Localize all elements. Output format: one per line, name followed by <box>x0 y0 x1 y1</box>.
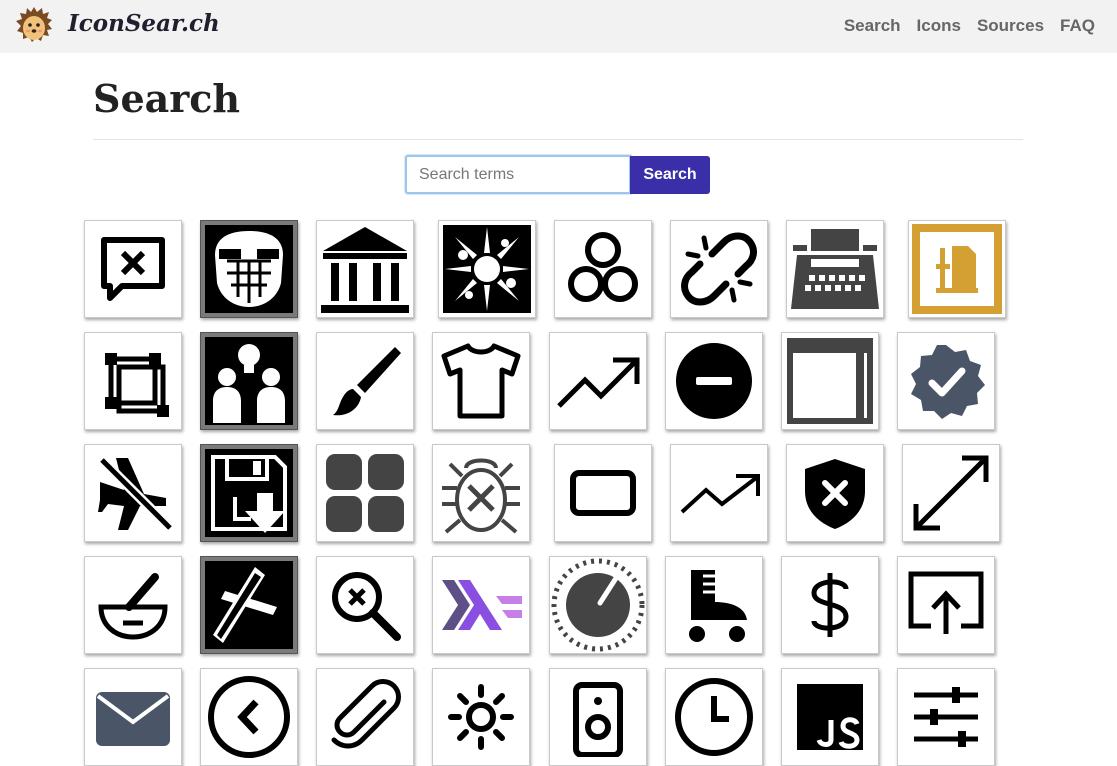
nav-link-faq[interactable]: FAQ <box>1060 16 1095 36</box>
result-tile[interactable] <box>432 444 530 542</box>
mortar-pestle-icon <box>98 573 168 640</box>
trending-up-thin-icon <box>680 474 760 514</box>
idea-people-icon <box>205 337 293 425</box>
brand-name[interactable]: IconSear.ch <box>68 10 220 37</box>
verified-badge-icon <box>911 345 985 419</box>
paintbrush-icon <box>333 347 401 416</box>
search-input[interactable] <box>405 155 631 194</box>
t-shirt-icon <box>441 343 521 419</box>
result-tile[interactable] <box>897 668 995 766</box>
floppy-download-icon <box>205 449 293 537</box>
nav-link-search[interactable]: Search <box>844 16 901 36</box>
nav-link-icons[interactable]: Icons <box>917 16 961 36</box>
result-tile[interactable] <box>665 332 763 430</box>
result-tile[interactable] <box>200 332 298 430</box>
rectangle-icon <box>570 470 636 516</box>
page-title: Search <box>93 76 241 121</box>
result-tile[interactable] <box>438 220 536 318</box>
paperclip-icon <box>331 679 401 749</box>
navbar: IconSear.ch Search Icons Sources FAQ <box>0 0 1117 53</box>
result-tile[interactable] <box>908 220 1006 318</box>
dollar-icon <box>811 573 849 637</box>
bank-icon <box>321 227 409 313</box>
minus-circle-icon <box>676 343 752 419</box>
chevron-left-circle-icon <box>208 676 290 758</box>
airplane-off-icon <box>98 456 174 532</box>
envelope-icon <box>96 692 170 746</box>
divider <box>93 139 1023 140</box>
result-tile[interactable] <box>665 668 763 766</box>
result-tile[interactable] <box>549 556 647 654</box>
result-tile[interactable] <box>665 556 763 654</box>
zoom-cancel-icon <box>332 572 401 641</box>
bug-off-icon <box>442 458 520 534</box>
crop-frame-icon <box>105 353 169 417</box>
result-tile[interactable] <box>200 444 298 542</box>
result-tile[interactable] <box>316 556 414 654</box>
window-icon <box>787 338 873 424</box>
result-tile[interactable] <box>897 556 995 654</box>
result-tile[interactable] <box>781 332 879 430</box>
result-tile[interactable] <box>549 332 647 430</box>
grid-squares-icon <box>326 454 404 532</box>
result-tile[interactable] <box>897 332 995 430</box>
result-tile[interactable] <box>84 556 182 654</box>
screen-share-icon <box>908 571 984 634</box>
result-tile[interactable] <box>432 668 530 766</box>
result-tile[interactable] <box>316 668 414 766</box>
result-tile[interactable] <box>316 444 414 542</box>
trending-up-icon <box>557 357 640 408</box>
clock-icon <box>675 678 753 756</box>
sliders-icon <box>914 687 978 747</box>
shield-x-icon <box>805 459 865 529</box>
result-tile[interactable] <box>554 220 652 318</box>
three-circles-icon <box>568 232 638 302</box>
result-tile[interactable] <box>316 220 414 318</box>
result-tile[interactable] <box>432 556 530 654</box>
result-tile[interactable] <box>549 668 647 766</box>
result-tile[interactable] <box>200 556 298 654</box>
brightness-icon <box>448 684 514 750</box>
arrows-expand-icon <box>913 455 989 531</box>
result-tile[interactable] <box>786 220 884 318</box>
dial-knob-icon <box>551 558 645 652</box>
result-tile[interactable] <box>786 444 884 542</box>
nav-link-sources[interactable]: Sources <box>977 16 1044 36</box>
result-tile[interactable] <box>554 444 652 542</box>
broken-link-icon <box>681 232 757 306</box>
roller-skate-icon <box>689 570 747 642</box>
result-tile[interactable] <box>200 668 298 766</box>
hedgehog-logo-icon[interactable] <box>14 5 54 45</box>
result-tile[interactable] <box>670 220 768 318</box>
result-tile[interactable] <box>432 332 530 430</box>
result-tile[interactable] <box>200 220 298 318</box>
file-vise-icon <box>912 224 1002 314</box>
result-tile[interactable] <box>84 668 182 766</box>
haskell-icon <box>442 580 522 630</box>
search-button[interactable]: Search <box>630 156 710 194</box>
nav-links: Search Icons Sources FAQ <box>844 16 1095 36</box>
result-tile[interactable] <box>902 444 1000 542</box>
helmet-icon <box>205 225 293 313</box>
sunburst-icon <box>443 225 531 313</box>
cross-icon <box>205 561 293 649</box>
javascript-icon <box>797 684 863 750</box>
speaker-icon <box>573 682 623 757</box>
result-tile[interactable] <box>781 556 879 654</box>
result-tile[interactable] <box>84 220 182 318</box>
typewriter-icon <box>791 229 879 309</box>
result-tile[interactable] <box>781 668 879 766</box>
chat-close-icon <box>101 237 165 301</box>
result-tile[interactable] <box>84 444 182 542</box>
result-tile[interactable] <box>670 444 768 542</box>
result-tile[interactable] <box>84 332 182 430</box>
result-tile[interactable] <box>316 332 414 430</box>
